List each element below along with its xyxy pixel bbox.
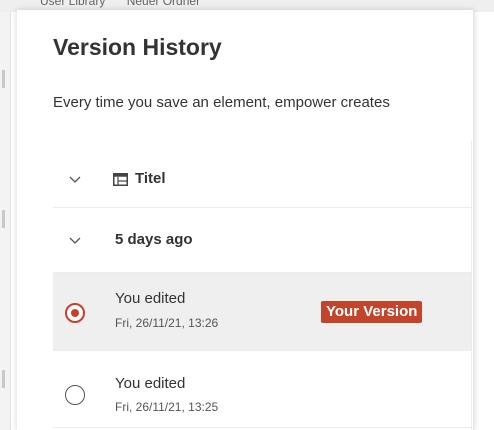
- your-version-badge: Your Version: [321, 301, 423, 323]
- background-marker: [2, 210, 5, 228]
- background-marker: [2, 370, 5, 388]
- chevron-down-icon[interactable]: [69, 234, 81, 246]
- table-icon: [113, 173, 128, 186]
- version-row[interactable]: You edited Fri, 26/11/21, 13:25: [53, 351, 471, 428]
- column-divider: [471, 141, 472, 430]
- panel-description: Every time you save an element, empower …: [53, 94, 390, 111]
- version-history-panel: Version History Every time you save an e…: [17, 10, 474, 430]
- radio-selected-icon[interactable]: [65, 303, 85, 323]
- background-breadcrumb: User Library Neuer Ordner: [40, 0, 218, 8]
- version-group-header[interactable]: 5 days ago: [53, 208, 471, 273]
- element-name: Titel: [135, 170, 166, 187]
- panel-title: Version History: [53, 34, 222, 60]
- version-author: You edited: [115, 290, 186, 307]
- background-marker: [2, 70, 5, 88]
- radio-unselected-icon[interactable]: [65, 385, 85, 405]
- chevron-down-icon[interactable]: [69, 173, 81, 185]
- version-row-selected[interactable]: You edited Fri, 26/11/21, 13:26 Your Ver…: [53, 273, 471, 351]
- version-date: Fri, 26/11/21, 13:26: [115, 316, 219, 330]
- version-author: You edited: [115, 375, 186, 392]
- background-left-rail: [0, 0, 11, 430]
- breadcrumb-item[interactable]: User Library: [40, 0, 105, 8]
- breadcrumb-item[interactable]: Neuer Ordner: [127, 0, 200, 8]
- element-row[interactable]: Titel: [53, 153, 471, 208]
- version-date: Fri, 26/11/21, 13:25: [115, 400, 219, 414]
- version-group-label: 5 days ago: [115, 231, 193, 248]
